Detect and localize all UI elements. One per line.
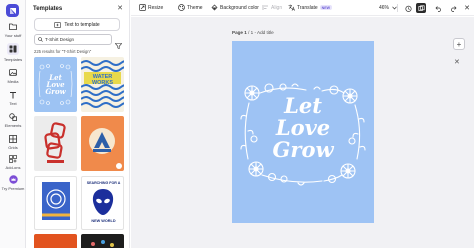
template-thumbnail-let-love-grow[interactable]: Let Love Grow	[34, 57, 77, 112]
close-button[interactable]: ✕	[462, 3, 472, 13]
grids-icon	[9, 134, 18, 143]
timer-icon	[404, 5, 412, 12]
text-icon	[9, 90, 18, 99]
templates-icon	[7, 43, 19, 55]
close-side-button[interactable]: ✕	[454, 58, 460, 66]
design-page[interactable]: Let Love Grow	[232, 41, 374, 223]
translate-label: Translate	[297, 4, 318, 11]
top-toolbar: Resize Theme Background color Align Tran…	[131, 0, 474, 16]
background-color-button[interactable]: Background color	[211, 4, 259, 11]
chain-links-graphic	[44, 122, 66, 163]
template-thumbnail-dark-partial[interactable]	[81, 234, 124, 248]
rail-item-label: Media	[7, 79, 19, 84]
rail-item-text[interactable]: Text	[0, 90, 26, 106]
rail-item-grids[interactable]: Grids	[0, 134, 26, 150]
rail-item-label: Elements	[4, 123, 22, 128]
template-thumbnail-new-world[interactable]: SEARCHING FOR A NEW WORLD	[81, 176, 124, 230]
rail-item-try-premium[interactable]: Try Premium	[0, 175, 26, 191]
folder-icon	[9, 22, 18, 31]
text-to-template-label: Text to template	[64, 21, 100, 28]
rail-item-your-stuff[interactable]: Your stuff	[0, 22, 26, 38]
close-icon: ✕	[464, 4, 470, 12]
undo-icon	[435, 5, 441, 12]
left-rail: Your stuff Templates Media Text Elements…	[0, 0, 26, 248]
design-line-1: Let	[284, 93, 322, 118]
template-thumbnail-orange-partial[interactable]	[34, 234, 77, 248]
resize-button[interactable]: Resize	[139, 4, 163, 11]
rail-item-label: Text	[9, 101, 17, 106]
search-icon	[38, 37, 43, 42]
rail-item-label: Templates	[3, 57, 23, 62]
premium-icon	[8, 175, 18, 184]
rail-item-label: Try Premium	[1, 186, 25, 191]
design-line-2: Love	[275, 115, 331, 140]
results-count: 225 results for "T-Shirt Design"	[34, 49, 92, 54]
layers-icon	[417, 4, 425, 11]
align-icon	[262, 5, 268, 10]
resize-label: Resize	[148, 4, 164, 11]
toolbar-divider	[397, 4, 398, 12]
align-button[interactable]: Align	[262, 4, 282, 11]
page-title-hint: / 1 - Add title	[246, 30, 274, 35]
design-headline[interactable]: Let Love Grow	[232, 95, 374, 161]
close-icon: ✕	[454, 59, 460, 66]
search-input[interactable]: T-Shirt Design	[34, 34, 112, 45]
layers-button[interactable]	[416, 3, 426, 13]
rail-item-media[interactable]: Media	[0, 68, 26, 84]
filter-button[interactable]	[114, 36, 123, 54]
close-icon: ✕	[117, 5, 123, 12]
resize-icon	[139, 4, 146, 11]
rail-item-templates[interactable]: Templates	[0, 43, 26, 62]
template-thumbnail-water-works[interactable]: WATER WORKS	[81, 57, 124, 112]
timer-button[interactable]	[403, 3, 413, 13]
canvas-area: Page 1 / 1 - Add title Let Love Grow + ✕	[131, 17, 474, 248]
paint-bucket-icon	[211, 4, 218, 11]
close-panel-button[interactable]: ✕	[117, 5, 123, 12]
app-logo[interactable]	[6, 4, 19, 17]
sparkle-icon	[54, 21, 62, 28]
rail-item-label: Your stuff	[4, 33, 22, 38]
template-thumbnail-camp-badge[interactable]	[81, 116, 124, 171]
rail-item-add-ons[interactable]: Add-ons	[0, 154, 26, 170]
plus-icon: +	[456, 39, 462, 49]
theme-label: Theme	[187, 4, 203, 11]
thumb-caption: WATER WORKS	[91, 74, 114, 86]
thumb-caption: Let Love Grow	[45, 73, 66, 96]
theme-icon	[178, 4, 185, 11]
page-label[interactable]: Page 1 / 1 - Add title	[232, 30, 274, 35]
translate-button[interactable]: Translate NEW	[288, 4, 333, 11]
search-value: T-Shirt Design	[45, 37, 75, 42]
template-thumbnail-red-links[interactable]	[34, 116, 77, 171]
design-line-3: Grow	[272, 137, 334, 162]
media-icon	[9, 68, 18, 77]
new-badge: NEW	[319, 5, 333, 10]
page-number: Page 1	[232, 30, 247, 35]
undo-button[interactable]	[433, 3, 443, 13]
rail-item-elements[interactable]: Elements	[0, 112, 26, 128]
template-thumbnail-blue-pattern[interactable]	[34, 176, 77, 230]
elements-icon	[9, 112, 18, 121]
zoom-dropdown[interactable]: 46%	[379, 5, 397, 11]
templates-panel: Templates ✕ Text to template T-Shirt Des…	[26, 0, 130, 248]
redo-icon	[450, 5, 456, 12]
filter-icon	[114, 43, 123, 50]
add-ons-icon	[9, 154, 18, 163]
rail-item-label: Grids	[8, 145, 18, 150]
panel-title: Templates	[33, 6, 63, 12]
blue-pattern-graphic	[42, 182, 70, 220]
background-color-label: Background color	[220, 4, 259, 11]
redo-button[interactable]	[448, 3, 458, 13]
translate-icon	[288, 4, 295, 11]
badge-graphic	[89, 128, 122, 169]
rail-item-label: Add-ons	[5, 165, 21, 170]
theme-button[interactable]: Theme	[178, 4, 203, 11]
dots-graphic	[91, 240, 114, 247]
text-to-template-button[interactable]: Text to template	[34, 18, 120, 31]
thumb-caption-bottom: NEW WORLD	[91, 219, 116, 223]
add-page-button[interactable]: +	[453, 38, 465, 50]
zoom-value: 46%	[379, 5, 390, 11]
align-label: Align	[271, 4, 283, 11]
